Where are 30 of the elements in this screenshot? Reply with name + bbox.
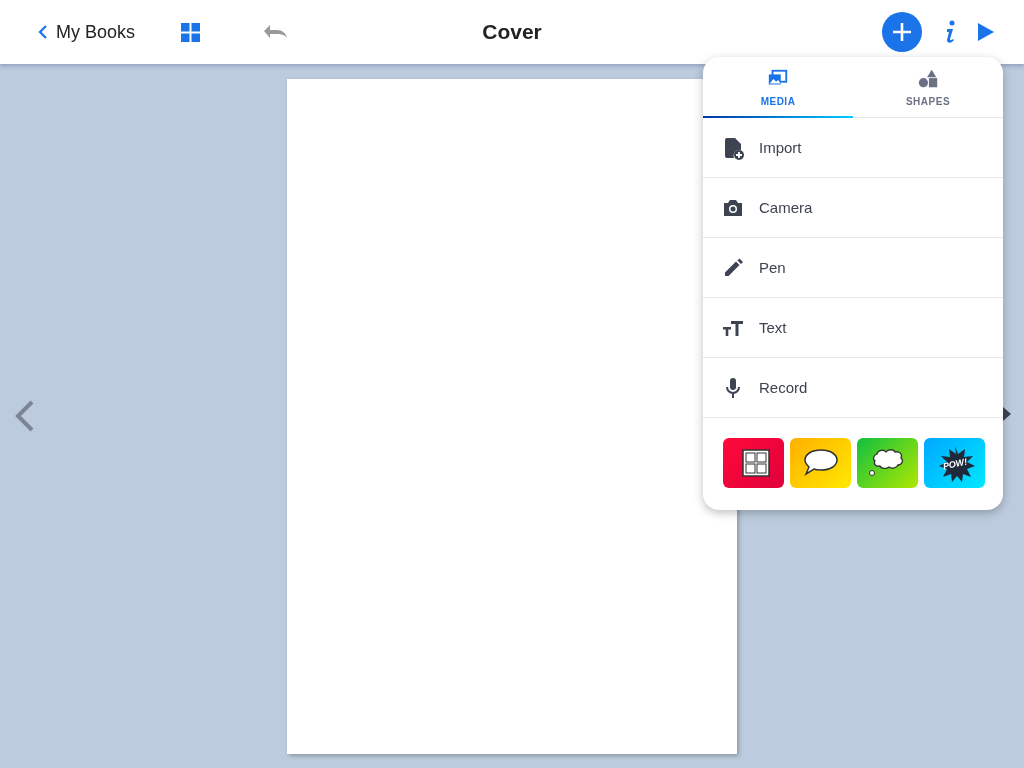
menu-tab[interactable]: SHAPES [853,57,1003,117]
menu-item[interactable]: Text [703,298,1003,358]
menu-item[interactable]: Record [703,358,1003,418]
menu-item[interactable]: Pen [703,238,1003,298]
sticker-text: POW! [942,456,968,472]
sticker-button[interactable] [857,438,918,488]
thought-bubble-icon [869,449,904,476]
back-button[interactable]: My Books [34,17,140,47]
info-button[interactable] [944,20,956,44]
undo-icon [264,25,289,39]
next-page-icon[interactable] [1000,404,1012,424]
sticker-button[interactable] [790,438,851,488]
grid-icon [181,22,201,42]
plus-icon [892,22,912,42]
shapes-icon [917,67,939,90]
menu-item[interactable]: Import [703,118,1003,178]
menu-tab[interactable]: MEDIA [703,57,853,117]
grid-view-button[interactable] [181,22,201,42]
sticker-button[interactable] [723,438,784,488]
panel-grid-icon [742,449,770,477]
sticker-button[interactable]: POW! [924,438,985,488]
speech-bubble-icon [804,449,838,475]
play-icon [978,23,994,41]
play-button[interactable] [978,23,994,41]
menu-item[interactable]: Camera [703,178,1003,238]
chevron-left-icon [38,25,48,39]
info-icon [944,20,956,44]
page-title: Cover [482,20,542,43]
undo-button[interactable] [264,25,289,39]
add-button[interactable] [882,12,922,52]
